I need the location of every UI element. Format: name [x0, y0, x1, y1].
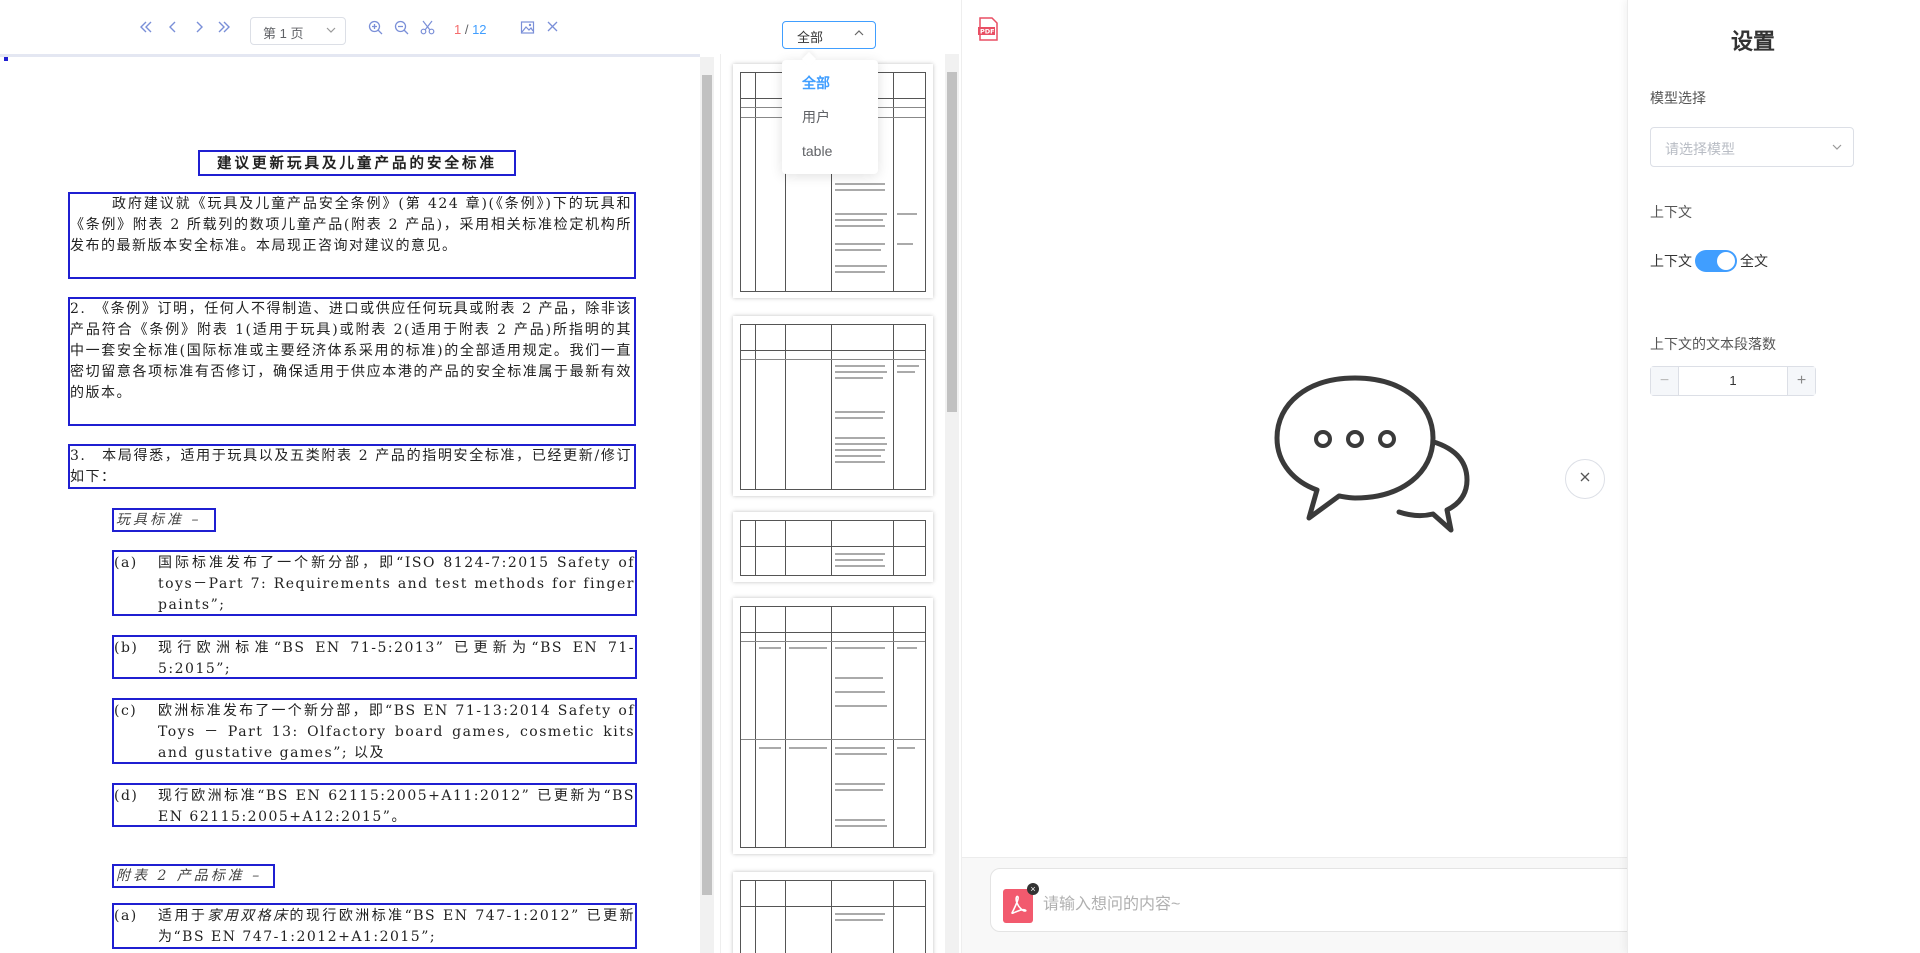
- zoom-in-icon[interactable]: [368, 20, 383, 35]
- pdf-attachment-icon[interactable]: [1003, 889, 1033, 923]
- filter-option-all[interactable]: 全部: [782, 66, 878, 100]
- page-thumbnail[interactable]: [733, 316, 933, 496]
- chat-input-area: × 请输入想问的内容~: [962, 857, 1640, 953]
- next-page-icon[interactable]: [192, 20, 206, 34]
- chevron-up-icon: [853, 27, 865, 42]
- chat-panel: PDF × 请输入想问的内容~: [961, 0, 1640, 953]
- schedule-standards-heading: 附表 2 产品标准 –: [116, 868, 263, 884]
- list-item: (a) 国际标准发布了一个新分部，即“ISO 8124-7:2015 Safet…: [114, 553, 635, 616]
- context-label: 上下文: [1650, 204, 1692, 220]
- model-select[interactable]: 请选择模型: [1650, 127, 1854, 167]
- pdf-toolbar: 第 1 页 1 / 12 全部: [0, 0, 960, 56]
- document-scrollbar-thumb[interactable]: [702, 75, 712, 895]
- list-item-text-part: 适用于: [158, 908, 208, 924]
- prev-page-icon[interactable]: [166, 20, 180, 34]
- thumbnail-table-header: [741, 607, 925, 633]
- page-thumbnail[interactable]: [733, 872, 933, 953]
- page-select-value: 第 1 页: [263, 26, 304, 41]
- toy-standards-heading: 玩具标准 –: [116, 512, 202, 528]
- app-root: 第 1 页 1 / 12 全部 全部 用户 table 建议更新玩具及儿童产品的…: [0, 0, 1920, 953]
- page-separator: /: [461, 22, 473, 37]
- last-page-icon[interactable]: [217, 20, 231, 34]
- thumbnail-table: [740, 606, 926, 848]
- list-item-text-emphasis: 家用双格床: [207, 908, 290, 924]
- document-title: 建议更新玩具及儿童产品的安全标准: [217, 155, 497, 172]
- switch-right-label: 全文: [1740, 253, 1768, 269]
- thumbnail-scrollbar[interactable]: [945, 54, 959, 953]
- image-icon[interactable]: [520, 20, 535, 35]
- thumbnail-table-header: [741, 881, 925, 907]
- list-item-text: 现行欧洲标准“BS EN 62115:2005+A11:2012” 已更新为“B…: [158, 788, 635, 825]
- paragraph-2: 2. 《条例》订明，任何人不得制造、进口或供应任何玩具或附表 2 产品，除非该产…: [70, 301, 632, 401]
- chevron-down-icon: [325, 24, 337, 39]
- model-select-label: 模型选择: [1650, 90, 1706, 106]
- page-marker: [4, 57, 8, 61]
- context-switch-row: 上下文 全文: [1650, 250, 1768, 272]
- list-item-label: (a): [114, 555, 138, 571]
- decrement-button[interactable]: −: [1651, 367, 1679, 395]
- page-counter: 1 / 12: [454, 22, 487, 37]
- list-item: (b) 现行欧洲标准“BS EN 71-5:2013” 已更新为“BS EN 7…: [114, 638, 635, 680]
- chevron-down-icon: [1831, 140, 1843, 156]
- list-item-text: 现行欧洲标准“BS EN 71-5:2013” 已更新为“BS EN 71-5:…: [158, 640, 635, 677]
- remove-attachment-icon[interactable]: ×: [1027, 883, 1039, 895]
- close-icon[interactable]: [546, 20, 559, 33]
- chat-input-box[interactable]: × 请输入想问的内容~: [990, 868, 1640, 932]
- settings-panel: 设置 模型选择 请选择模型 上下文 上下文 全文 上下文的文本段落数 − 1 +: [1627, 0, 1920, 953]
- filter-option-table[interactable]: table: [782, 134, 878, 168]
- settings-title: 设置: [1730, 29, 1775, 54]
- filter-select[interactable]: 全部: [782, 21, 876, 49]
- context-toggle-switch[interactable]: [1695, 250, 1737, 272]
- close-icon: [1579, 470, 1591, 488]
- chat-bubbles-icon: [1267, 370, 1487, 545]
- switch-knob: [1717, 252, 1735, 270]
- thumbnail-scrollbar-thumb[interactable]: [947, 72, 957, 412]
- filter-option-user[interactable]: 用户: [782, 100, 878, 134]
- filter-dropdown-menu: 全部 用户 table: [782, 60, 878, 174]
- close-panel-button[interactable]: [1565, 459, 1605, 499]
- pdf-file-icon[interactable]: PDF: [977, 17, 999, 46]
- thumbnail-table-header: [741, 325, 925, 351]
- switch-left-label: 上下文: [1650, 253, 1692, 269]
- document-scrollbar[interactable]: [700, 57, 714, 953]
- zoom-out-icon[interactable]: [394, 20, 409, 35]
- filter-select-value: 全部: [797, 30, 824, 45]
- paragraph-count-label: 上下文的文本段落数: [1650, 336, 1776, 352]
- page-thumbnail[interactable]: [733, 512, 933, 582]
- first-page-icon[interactable]: [139, 20, 153, 34]
- svg-text:PDF: PDF: [980, 28, 995, 36]
- page-thumbnail[interactable]: [733, 598, 933, 854]
- thumbnail-table: [740, 324, 926, 490]
- model-select-placeholder: 请选择模型: [1665, 141, 1735, 157]
- page-select[interactable]: 第 1 页: [250, 17, 346, 45]
- list-item-text: 国际标准发布了一个新分部，即“ISO 8124-7:2015 Safety of…: [158, 555, 635, 613]
- page-thumbnail-list[interactable]: [720, 54, 960, 953]
- thumbnail-table-header: [741, 521, 925, 547]
- list-item-label: (a): [114, 908, 138, 924]
- scissors-icon[interactable]: [420, 20, 435, 35]
- list-item: (a) 适用于家用双格床的现行欧洲标准“BS EN 747-1:2012” 已更…: [114, 906, 635, 948]
- list-item-label: (d): [114, 788, 139, 804]
- thumbnail-table: [740, 880, 926, 953]
- list-item: (d) 现行欧洲标准“BS EN 62115:2005+A11:2012” 已更…: [114, 786, 635, 828]
- paragraph-count-stepper: − 1 +: [1650, 366, 1816, 396]
- list-item-text: 欧洲标准发布了一个新分部，即“BS EN 71-13:2014 Safety o…: [158, 703, 635, 761]
- paragraph-count-value[interactable]: 1: [1679, 367, 1787, 395]
- pdf-document-view[interactable]: 建议更新玩具及儿童产品的安全标准 政府建议就《玩具及儿童产品安全条例》(第 42…: [0, 54, 714, 953]
- chat-input-placeholder[interactable]: 请输入想问的内容~: [1043, 890, 1180, 914]
- list-item-label: (b): [114, 640, 139, 656]
- increment-button[interactable]: +: [1787, 367, 1815, 395]
- thumbnail-table: [740, 520, 926, 576]
- list-item: (c) 欧洲标准发布了一个新分部，即“BS EN 71-13:2014 Safe…: [114, 701, 635, 764]
- paragraph-3: 3. 本局得悉，适用于玩具以及五类附表 2 产品的指明安全标准，已经更新/修订如…: [70, 448, 632, 485]
- list-item-text: 适用于家用双格床的现行欧洲标准“BS EN 747-1:2012” 已更新为“B…: [158, 906, 635, 948]
- paragraph-1: 政府建议就《玩具及儿童产品安全条例》(第 424 章)(《条例》)下的玩具和《条…: [70, 196, 632, 254]
- total-pages-number: 12: [472, 22, 487, 37]
- list-item-label: (c): [114, 703, 138, 719]
